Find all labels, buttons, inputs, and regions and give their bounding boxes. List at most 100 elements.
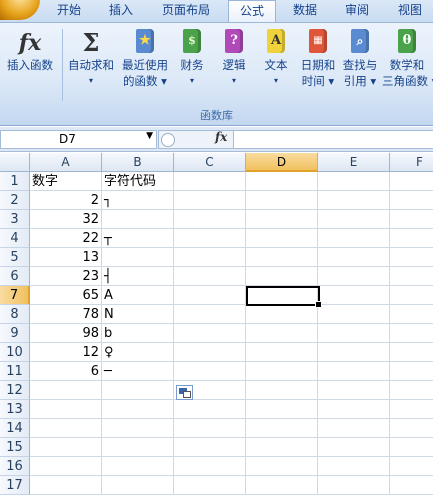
tab-review[interactable]: 审阅 [335,0,379,22]
office-button[interactable] [0,0,40,20]
cell-d13[interactable] [246,400,318,419]
cell-d14[interactable] [246,419,318,438]
cell-e10[interactable] [318,343,390,362]
cell-a5[interactable]: 13 [30,248,102,267]
cell-e12[interactable] [318,381,390,400]
lookup-reference-button[interactable]: ⌕ 查找与 引用 ▾ [340,25,380,105]
row-header-6[interactable]: 6 [0,267,30,286]
autosum-button[interactable]: Σ 自动求和 ▾ [64,25,118,105]
cell-f13[interactable] [390,400,433,419]
cell-d2[interactable] [246,191,318,210]
cell-a13[interactable] [30,400,102,419]
cell-a8[interactable]: 78 [30,305,102,324]
cell-f11[interactable] [390,362,433,381]
name-box[interactable]: D7 ▼ [0,130,157,149]
cell-d15[interactable] [246,438,318,457]
tab-home[interactable]: 开始 [48,0,90,22]
cell-c15[interactable] [174,438,246,457]
cell-a6[interactable]: 23 [30,267,102,286]
cell-c14[interactable] [174,419,246,438]
cell-a7[interactable]: 65 [30,286,102,305]
cell-c2[interactable] [174,191,246,210]
cell-c11[interactable] [174,362,246,381]
cell-a2[interactable]: 2 [30,191,102,210]
fx-icon[interactable]: fx [215,130,227,144]
tab-formulas[interactable]: 公式 [228,0,276,23]
cell-a16[interactable] [30,457,102,476]
cell-f14[interactable] [390,419,433,438]
row-header-8[interactable]: 8 [0,305,30,324]
cell-d9[interactable] [246,324,318,343]
cell-f15[interactable] [390,438,433,457]
cell-b16[interactable] [102,457,174,476]
cell-f2[interactable] [390,191,433,210]
cell-a4[interactable]: 22 [30,229,102,248]
row-header-11[interactable]: 11 [0,362,30,381]
cell-a15[interactable] [30,438,102,457]
tab-data[interactable]: 数据 [283,0,327,22]
row-header-5[interactable]: 5 [0,248,30,267]
cell-d16[interactable] [246,457,318,476]
cell-b8[interactable]: N [102,305,174,324]
cell-c16[interactable] [174,457,246,476]
cell-d8[interactable] [246,305,318,324]
cell-b4[interactable]: ┬ [102,229,174,248]
cell-e16[interactable] [318,457,390,476]
active-cell-d7[interactable] [246,286,322,308]
cell-a14[interactable] [30,419,102,438]
math-trig-button[interactable]: θ 数学和 三角函数 ▾ [382,25,433,105]
row-header-1[interactable]: 1 [0,172,30,191]
tab-insert[interactable]: 插入 [100,0,142,22]
cell-a1[interactable]: 数字 [30,172,102,191]
cell-c8[interactable] [174,305,246,324]
tab-view[interactable]: 视图 [388,0,432,22]
cell-e13[interactable] [318,400,390,419]
cell-f16[interactable] [390,457,433,476]
cell-e3[interactable] [318,210,390,229]
cell-f4[interactable] [390,229,433,248]
cell-e8[interactable] [318,305,390,324]
row-header-9[interactable]: 9 [0,324,30,343]
cell-e6[interactable] [318,267,390,286]
row-header-17[interactable]: 17 [0,476,30,495]
cell-f5[interactable] [390,248,433,267]
cell-d12[interactable] [246,381,318,400]
cell-b1[interactable]: 字符代码 [102,172,174,191]
cell-f8[interactable] [390,305,433,324]
cell-e1[interactable] [318,172,390,191]
cell-b6[interactable]: ┤ [102,267,174,286]
cell-b11[interactable]: ─ [102,362,174,381]
cell-a3[interactable]: 32 [30,210,102,229]
formula-input[interactable] [233,130,433,149]
cell-f6[interactable] [390,267,433,286]
cell-f10[interactable] [390,343,433,362]
cell-d5[interactable] [246,248,318,267]
fill-handle[interactable] [315,301,322,308]
cell-f1[interactable] [390,172,433,191]
financial-button[interactable]: $ 财务 ▾ [174,25,210,105]
column-header-c[interactable]: C [174,153,246,172]
cell-a12[interactable] [30,381,102,400]
cell-c5[interactable] [174,248,246,267]
column-header-d[interactable]: D [246,153,318,172]
cell-b9[interactable]: b [102,324,174,343]
cell-c4[interactable] [174,229,246,248]
cell-c17[interactable] [174,476,246,495]
cell-b14[interactable] [102,419,174,438]
cell-a10[interactable]: 12 [30,343,102,362]
cell-b17[interactable] [102,476,174,495]
cell-b5[interactable] [102,248,174,267]
row-header-2[interactable]: 2 [0,191,30,210]
cell-e5[interactable] [318,248,390,267]
cell-d3[interactable] [246,210,318,229]
cell-e2[interactable] [318,191,390,210]
row-header-16[interactable]: 16 [0,457,30,476]
column-header-e[interactable]: E [318,153,390,172]
cell-e11[interactable] [318,362,390,381]
cell-f9[interactable] [390,324,433,343]
cell-d4[interactable] [246,229,318,248]
chevron-down-icon[interactable]: ▼ [146,131,153,141]
cell-b10[interactable]: ♀ [102,343,174,362]
cell-f7[interactable] [390,286,433,305]
row-header-14[interactable]: 14 [0,419,30,438]
